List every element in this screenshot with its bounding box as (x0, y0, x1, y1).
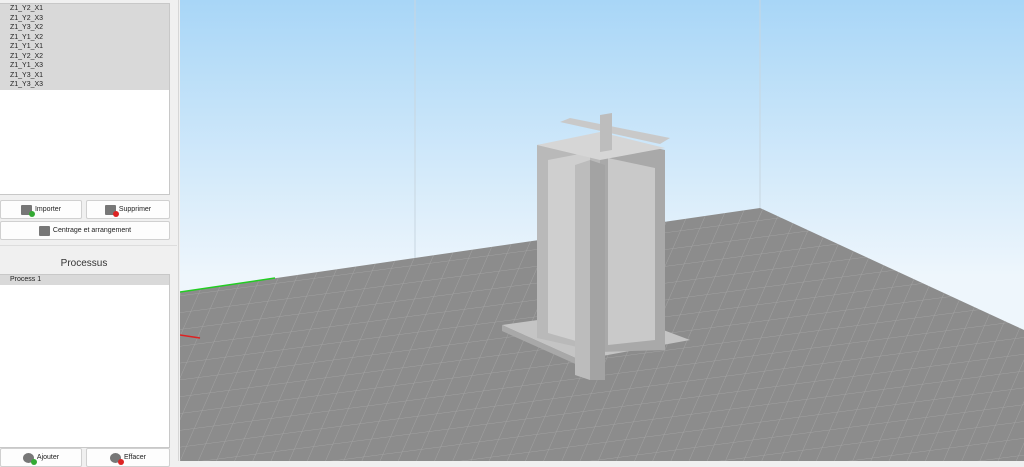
process-title: Processus (60, 258, 108, 269)
list-item[interactable]: Z1_Y2_X2 (0, 51, 169, 61)
gear-clear-icon (109, 452, 124, 465)
gear-add-icon (22, 452, 37, 465)
list-item[interactable]: Z1_Y1_X1 (0, 42, 169, 52)
3d-viewport[interactable] (180, 0, 1024, 461)
import-icon (20, 204, 35, 217)
list-item[interactable]: Z1_Y2_X3 (0, 13, 169, 23)
delete-icon (104, 204, 119, 217)
list-item[interactable]: Z1_Y1_X3 (0, 61, 169, 71)
clear-button[interactable]: Effacer (86, 448, 170, 467)
list-item[interactable]: Z1_Y2_X1 (0, 4, 169, 14)
arrange-button[interactable]: Centrage et arrangement (0, 221, 170, 240)
list-item[interactable]: Z1_Y3_X1 (0, 70, 169, 80)
object-list[interactable]: Z1_Y2_X1 Z1_Y2_X3 Z1_Y3_X2 Z1_Y1_X2 Z1_Y… (0, 3, 170, 195)
divider (0, 245, 177, 246)
import-button[interactable]: Importer (0, 200, 82, 219)
list-item[interactable]: Z1_Y3_X3 (0, 80, 169, 90)
arrange-icon (38, 225, 50, 236)
process-list[interactable]: Process 1 (0, 274, 170, 448)
add-button[interactable]: Ajouter (0, 448, 82, 467)
left-panel: Z1_Y2_X1 Z1_Y2_X3 Z1_Y3_X2 Z1_Y1_X2 Z1_Y… (0, 0, 179, 467)
list-item[interactable]: Process 1 (0, 275, 169, 285)
delete-button[interactable]: Supprimer (86, 200, 170, 219)
list-item[interactable]: Z1_Y3_X2 (0, 23, 169, 33)
list-item[interactable]: Z1_Y1_X2 (0, 32, 169, 42)
